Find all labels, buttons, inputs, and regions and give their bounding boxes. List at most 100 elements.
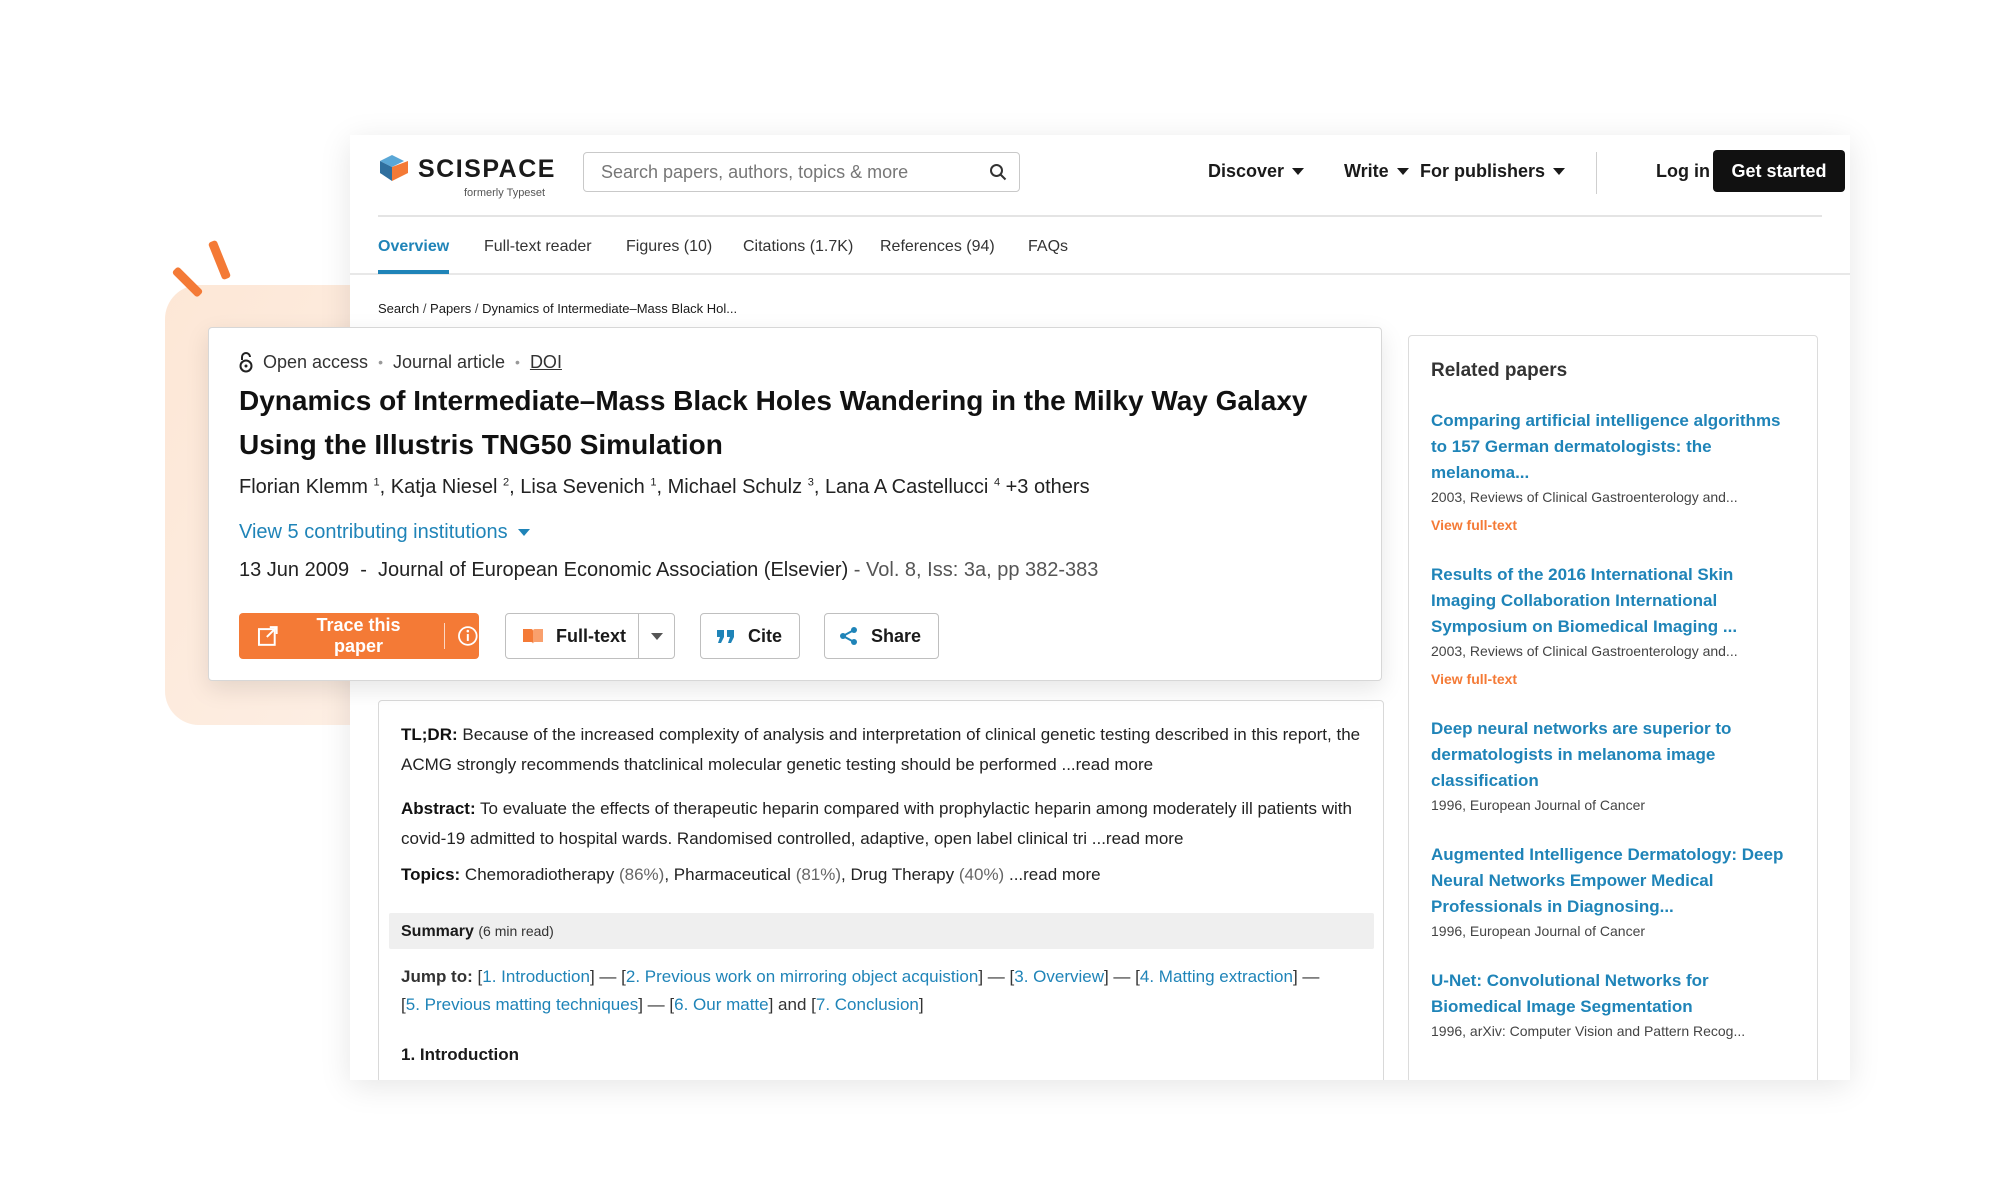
book-icon (523, 629, 543, 644)
author-name[interactable]: Florian Klemm (239, 476, 368, 498)
related-paper-meta: 2003, Reviews of Clinical Gastroenterolo… (1431, 489, 1738, 505)
search-icon[interactable] (989, 163, 1007, 181)
jump-label: Jump to: (401, 967, 473, 986)
full-text-dropdown-toggle[interactable] (638, 614, 674, 658)
jump-link-conclusion[interactable]: 7. Conclusion (816, 995, 919, 1014)
topic-name[interactable]: Drug Therapy (851, 865, 955, 884)
related-paper-item: Comparing artificial intelligence algori… (1431, 408, 1801, 533)
tab-citations[interactable]: Citations (1.7K) (743, 238, 853, 256)
scispace-logo-icon (380, 155, 408, 181)
tab-figures[interactable]: Figures (10) (626, 238, 712, 256)
separator-dot: • (515, 354, 520, 370)
publication-info: 13 Jun 2009 - Journal of European Econom… (239, 559, 1099, 581)
author-name[interactable]: Katja Niesel (391, 476, 498, 498)
scispace-logo[interactable]: SCISPACE formerly Typeset (378, 151, 568, 201)
nav-write[interactable]: Write (1344, 161, 1409, 182)
nav-for-publishers[interactable]: For publishers (1420, 161, 1566, 182)
brand-tagline: formerly Typeset (464, 187, 546, 199)
tab-references[interactable]: References (94) (880, 238, 995, 256)
breadcrumb-papers[interactable]: Papers (430, 301, 471, 316)
topic-name[interactable]: Pharmaceutical (674, 865, 791, 884)
related-papers-heading: Related papers (1431, 360, 1568, 381)
jump-link-matting-extraction[interactable]: 4. Matting extraction (1140, 967, 1293, 986)
related-paper-meta: 1996, European Journal of Cancer (1431, 923, 1646, 939)
full-text-label: Full-text (556, 625, 626, 646)
chevron-down-icon (1553, 168, 1566, 175)
brand-name: SCISPACE (418, 155, 556, 183)
jump-link-previous-matting[interactable]: 5. Previous matting techniques (406, 995, 638, 1014)
related-paper-item: Deep neural networks are superior to der… (1431, 716, 1801, 813)
paper-tabs: Overview Full-text reader Figures (10) C… (350, 217, 1850, 275)
author-affiliation: 1 (373, 476, 380, 489)
full-text-button[interactable]: Full-text (505, 613, 675, 659)
login-link[interactable]: Log in (1656, 161, 1710, 182)
related-paper-title[interactable]: Comparing artificial intelligence algori… (1431, 408, 1801, 486)
jump-to-links: Jump to: [1. Introduction] — [2. Previou… (401, 967, 1320, 1014)
nav-publishers-label: For publishers (1420, 161, 1546, 181)
paper-header-card: Open access • Journal article • DOI Dyna… (208, 327, 1382, 681)
nav-discover-label: Discover (1208, 161, 1285, 181)
get-started-button[interactable]: Get started (1713, 150, 1845, 192)
related-papers-panel: Related papers Comparing artificial inte… (1408, 335, 1818, 1080)
share-button[interactable]: Share (824, 613, 939, 659)
abstract-section: Abstract: To evaluate the effects of the… (401, 794, 1361, 854)
view-full-text-link[interactable]: View full-text (1431, 517, 1801, 533)
summary-header[interactable]: Summary (6 min read) (389, 913, 1374, 949)
decorative-ray (207, 239, 232, 281)
article-type: Journal article (392, 351, 506, 372)
related-paper-title[interactable]: Results of the 2016 International Skin I… (1431, 562, 1801, 640)
tldr-label: TL;DR: (401, 725, 458, 744)
top-navigation: SCISPACE formerly Typeset Discover Write… (378, 135, 1845, 217)
topics-label: Topics: (401, 865, 461, 884)
related-paper-item: U-Net: Convolutional Networks for Biomed… (1431, 968, 1801, 1039)
topic-name[interactable]: Chemoradiotherapy (465, 865, 614, 884)
view-full-text-link[interactable]: View full-text (1431, 671, 1801, 687)
paper-content-panel: TL;DR: Because of the increased complexi… (378, 700, 1384, 1080)
tab-faqs[interactable]: FAQs (1028, 238, 1068, 256)
related-paper-title[interactable]: U-Net: Convolutional Networks for Biomed… (1431, 968, 1801, 1020)
paper-title: Dynamics of Intermediate–Mass Black Hole… (239, 385, 1308, 460)
author-name[interactable]: Lana A Castellucci (825, 476, 988, 498)
share-label: Share (871, 625, 922, 646)
chevron-down-icon (517, 529, 530, 536)
topic-percent: (40%) (958, 865, 1005, 884)
info-icon[interactable] (457, 625, 479, 647)
paper-meta: Open access • Journal article • DOI (239, 351, 562, 373)
search-box (583, 152, 1020, 192)
trace-paper-button[interactable]: Trace this paper (239, 613, 479, 659)
summary-label: Summary (401, 923, 474, 940)
related-paper-title[interactable]: Augmented Intelligence Dermatology: Deep… (1431, 842, 1801, 920)
related-paper-title[interactable]: Deep neural networks are superior to der… (1431, 716, 1801, 794)
institutions-toggle[interactable]: View 5 contributing institutions (239, 521, 530, 544)
author-affiliation: 3 (807, 476, 814, 489)
author-name[interactable]: Michael Schulz (668, 476, 803, 498)
jump-link-overview[interactable]: 3. Overview (1014, 967, 1104, 986)
breadcrumb-search[interactable]: Search (378, 301, 419, 316)
doi-link[interactable]: DOI (530, 352, 562, 373)
author-name[interactable]: Lisa Sevenich (520, 476, 645, 498)
share-icon (840, 627, 857, 645)
cite-label: Cite (748, 625, 783, 646)
abstract-text: To evaluate the effects of therapeutic h… (401, 799, 1352, 848)
trace-button-label: Trace this paper (316, 615, 401, 656)
more-authors-link[interactable]: +3 others (1006, 476, 1090, 498)
journal-name[interactable]: Journal of European Economic Association… (378, 559, 848, 581)
topics-section: Topics: Chemoradiotherapy (86%), Pharmac… (401, 865, 1101, 884)
quote-icon (717, 630, 734, 643)
tab-overview[interactable]: Overview (378, 238, 449, 256)
topic-percent: (86%) (618, 865, 665, 884)
nav-discover[interactable]: Discover (1208, 161, 1305, 182)
tab-full-text-reader[interactable]: Full-text reader (484, 238, 592, 256)
jump-link-introduction[interactable]: 1. Introduction (482, 967, 590, 986)
jump-link-previous-work[interactable]: 2. Previous work on mirroring object acq… (626, 967, 978, 986)
search-input[interactable] (584, 153, 974, 191)
button-separator (444, 623, 446, 649)
cite-button[interactable]: Cite (700, 613, 800, 659)
topics-read-more[interactable]: ...read more (1009, 865, 1101, 884)
tldr-section: TL;DR: Because of the increased complexi… (401, 720, 1361, 780)
tldr-text: Because of the increased complexity of a… (401, 725, 1361, 774)
breadcrumb: Search / Papers / Dynamics of Intermedia… (378, 301, 738, 316)
separator-dot: • (378, 354, 383, 370)
jump-link-our-matte[interactable]: 6. Our matte (674, 995, 768, 1014)
related-paper-item: Augmented Intelligence Dermatology: Deep… (1431, 842, 1801, 939)
